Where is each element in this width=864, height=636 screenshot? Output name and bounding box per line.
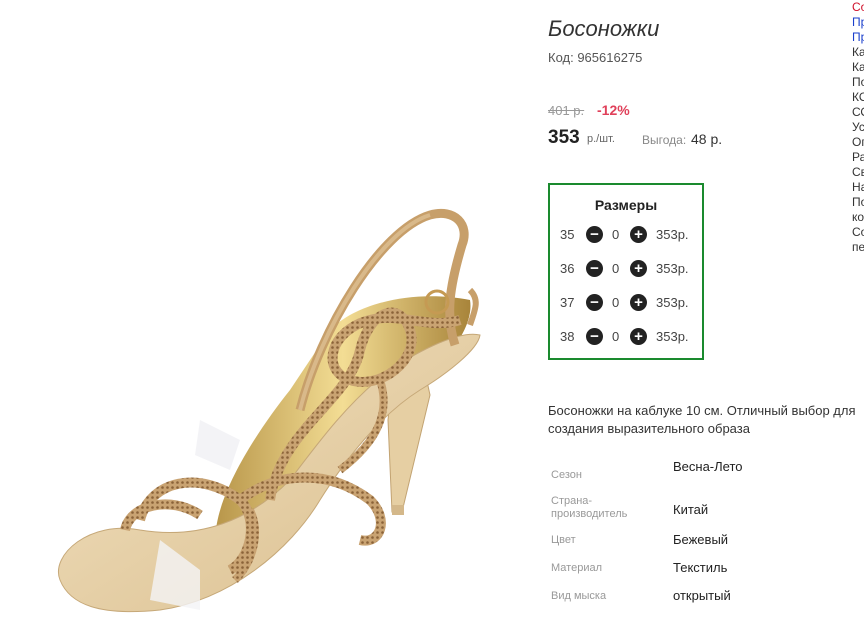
product-code: Код: 965616275	[548, 50, 643, 65]
attribute-value: Китай	[673, 502, 709, 517]
size-number: 37	[560, 295, 575, 310]
side-menu-item[interactable]: СО	[852, 105, 864, 120]
decrease-quantity-button[interactable]: −	[586, 294, 603, 311]
side-menu-item[interactable]: Со	[852, 225, 864, 240]
attribute-value: Бежевый	[673, 532, 729, 547]
attribute-value: Весна-Лето	[673, 459, 743, 474]
product-title: Босоножки	[548, 16, 660, 41]
size-number: 38	[560, 329, 575, 344]
old-price: 401 р.	[548, 103, 585, 118]
side-menu-item[interactable]: Пр	[852, 30, 864, 45]
side-menu-item[interactable]: пе	[852, 240, 864, 255]
attribute-key: Цвет	[551, 534, 576, 546]
increase-quantity-button[interactable]: +	[630, 226, 647, 243]
side-menu-item[interactable]: Пр	[852, 15, 864, 30]
saving-label: Выгода:	[642, 133, 687, 147]
sizes-title: Размеры	[594, 197, 658, 213]
attribute-key: Страна-производитель	[551, 495, 628, 520]
sandal-image	[58, 209, 481, 613]
side-menu-item[interactable]: Св	[852, 165, 864, 180]
size-quantity: 0	[612, 295, 620, 310]
side-menu-item[interactable]: По	[852, 75, 864, 90]
side-menu-item[interactable]: Ра	[852, 150, 864, 165]
discount-badge: -12%	[597, 102, 630, 118]
side-menu-item[interactable]: На	[852, 180, 864, 195]
side-menu-item[interactable]: Со	[852, 0, 864, 15]
decrease-quantity-button[interactable]: −	[586, 226, 603, 243]
size-price: 353р.	[656, 295, 689, 310]
price-unit: р./шт.	[587, 133, 615, 145]
size-row: 37 − 0 + 353р.	[550, 293, 702, 313]
attribute-key: Вид мыска	[551, 590, 607, 602]
attribute-value: открытый	[673, 588, 731, 603]
size-quantity: 0	[612, 329, 620, 344]
attribute-value: Текстиль	[673, 560, 728, 575]
saving-value: 48 р.	[691, 131, 723, 147]
attribute-key: Сезон	[551, 469, 582, 481]
increase-quantity-button[interactable]: +	[630, 328, 647, 345]
decrease-quantity-button[interactable]: −	[586, 328, 603, 345]
side-menu-item[interactable]: Ус	[852, 120, 864, 135]
increase-quantity-button[interactable]: +	[630, 260, 647, 277]
size-row: 38 − 0 + 353р.	[550, 327, 702, 347]
side-menu-item[interactable]: ко	[852, 210, 864, 225]
size-selector: Размеры 35 − 0 + 353р. 36 − 0 + 353р. 37…	[548, 183, 704, 360]
size-number: 35	[560, 227, 575, 242]
product-photo[interactable]	[0, 0, 540, 631]
decrease-quantity-button[interactable]: −	[586, 260, 603, 277]
size-price: 353р.	[656, 329, 689, 344]
current-price: 353	[548, 127, 580, 148]
size-quantity: 0	[612, 227, 620, 242]
attribute-key: Материал	[551, 562, 602, 574]
size-number: 36	[560, 261, 575, 276]
side-menu-item[interactable]: Ка	[852, 60, 864, 75]
size-price: 353р.	[656, 261, 689, 276]
size-row: 36 − 0 + 353р.	[550, 259, 702, 279]
side-menu-item[interactable]: Ка	[852, 45, 864, 60]
product-description: Босоножки на каблуке 10 см. Отличный выб…	[548, 403, 856, 436]
increase-quantity-button[interactable]: +	[630, 294, 647, 311]
side-menu-item[interactable]: По	[852, 195, 864, 210]
side-menu-item[interactable]: Оп	[852, 135, 864, 150]
side-menu: Со Пр Пр Ка Ка По КО СО Ус Оп Ра Св На П…	[852, 0, 864, 255]
size-row: 35 − 0 + 353р.	[550, 225, 702, 245]
size-quantity: 0	[612, 261, 620, 276]
size-price: 353р.	[656, 227, 689, 242]
side-menu-item[interactable]: КО	[852, 90, 864, 105]
